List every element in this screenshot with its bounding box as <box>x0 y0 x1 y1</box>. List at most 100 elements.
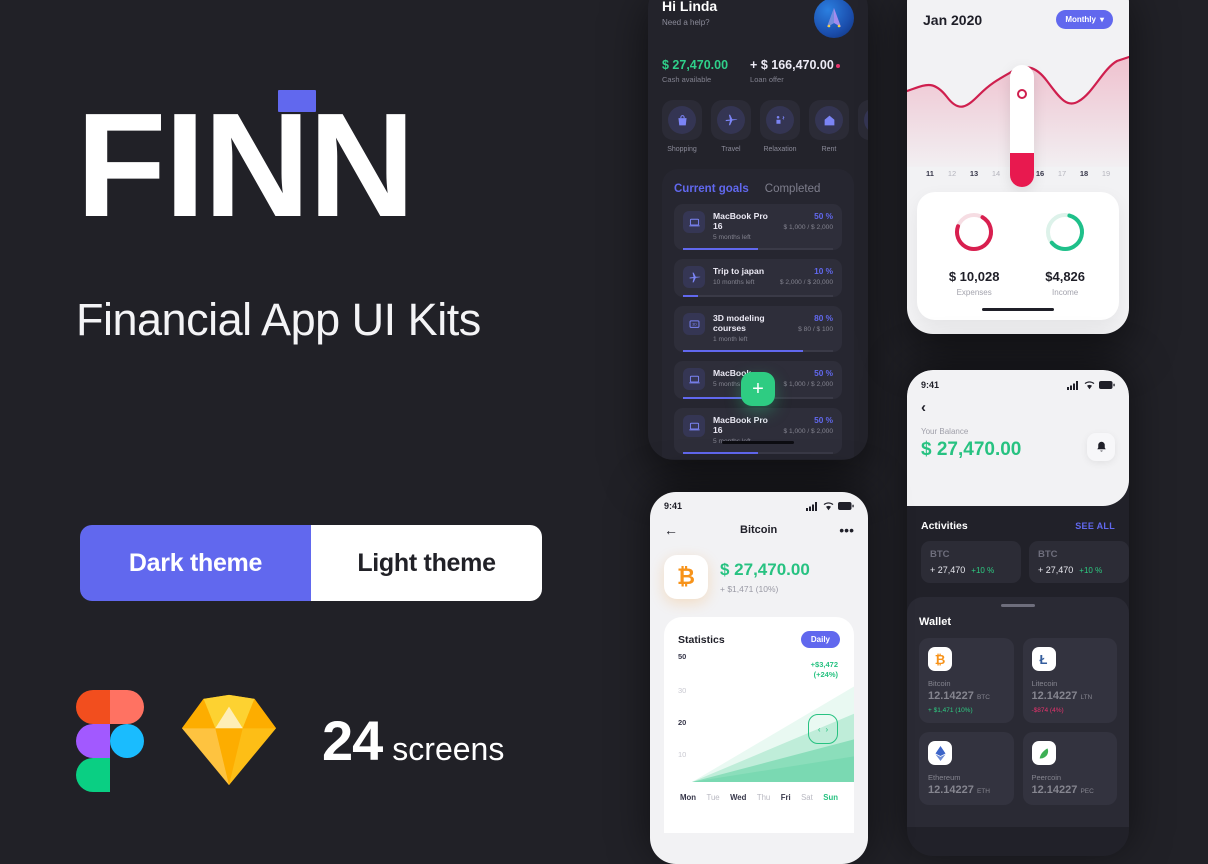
price-hero: ₿ $ 27,470.00 + $1,471 (10%) <box>664 555 854 599</box>
day-cursor[interactable] <box>1010 65 1034 187</box>
activity-card[interactable]: BTC + 27,470 +10 % <box>921 541 1021 583</box>
sheet-grabber[interactable] <box>1001 604 1035 607</box>
goal-amount: $ 1,000 / $ 2,000 <box>783 428 834 435</box>
day-tick[interactable]: 13 <box>965 169 983 178</box>
category-travel[interactable]: Travel <box>711 100 751 153</box>
day-tick[interactable]: 14 <box>987 169 1005 178</box>
activity-amount: + 27,470 <box>1038 565 1074 575</box>
coin-ticker: BTC <box>976 694 990 701</box>
activities-list[interactable]: BTC + 27,470 +10 % BTC + 27,470 +10 % BT… <box>921 541 1129 583</box>
goal-progress-bar <box>683 248 833 250</box>
day-tick[interactable]: 17 <box>1053 169 1071 178</box>
back-arrow-icon[interactable]: ← <box>664 523 678 537</box>
summary-card: $ 10,028 Expenses $4,826 Income <box>917 192 1119 320</box>
coin-change: -$874 (4%) <box>1031 707 1064 714</box>
add-goal-button[interactable]: + <box>741 372 775 406</box>
logo-accent-dot <box>278 90 316 112</box>
category-row[interactable]: Shopping Travel Relaxation Rent <box>662 100 868 153</box>
x-tick: Fri <box>780 793 791 802</box>
coin-name: Bitcoin <box>928 679 951 688</box>
coin-ticker: LTN <box>1080 694 1093 701</box>
chevron-down-icon: ▾ <box>1099 15 1104 24</box>
category-relaxation[interactable]: Relaxation <box>760 100 800 153</box>
statistics-title: Statistics <box>678 633 725 646</box>
activity-card[interactable]: BTC + 27,470 +10 % <box>1029 541 1129 583</box>
notifications-button[interactable] <box>1087 433 1115 461</box>
tab-current-goals[interactable]: Current goals <box>674 183 749 195</box>
coin-grid[interactable]: ₿ Bitcoin 12.14227 BTC + $1,471 (10%) Ł … <box>919 638 1117 805</box>
expenses-label: Expenses <box>956 288 992 297</box>
goal-progress-bar <box>683 452 833 454</box>
gain-percent: (+24%) <box>813 670 838 680</box>
period-selector[interactable]: Monthly ▾ <box>1056 10 1113 29</box>
goal-percent: 80 % <box>814 313 833 323</box>
chart-stepper[interactable]: ‹ › <box>808 714 838 744</box>
chevron-left-icon[interactable]: ‹ <box>818 725 821 734</box>
category-label: Rent <box>821 146 837 153</box>
goal-amount: $ 1,000 / $ 2,000 <box>783 224 834 231</box>
back-button[interactable]: ‹ <box>921 400 1115 415</box>
day-tick[interactable]: 11 <box>921 169 939 178</box>
greeting-title: Hi Linda <box>662 0 718 14</box>
statistics-sheet: Statistics Daily 50 30 20 10 +$3,472 (+2… <box>664 617 854 833</box>
theme-toggle[interactable]: Dark theme Light theme <box>80 525 542 601</box>
goal-amount: $ 80 / $ 100 <box>798 326 833 333</box>
balance-row: $ 27,470.00 Cash available + $ 166,470.0… <box>662 58 854 84</box>
day-tick[interactable]: 19 <box>1097 169 1115 178</box>
activities-title: Activities <box>921 520 968 532</box>
goal-item[interactable]: MacBook Pro 16 5 months left 50 % $ 1,00… <box>674 408 842 454</box>
goal-subtitle: 1 month left <box>713 336 748 343</box>
screens-count: 24 <box>322 708 383 772</box>
goal-item[interactable]: MacBook Pro 16 5 months left 50 % $ 1,00… <box>674 204 842 250</box>
goals-tabs[interactable]: Current goals Completed <box>674 183 842 195</box>
goal-item[interactable]: Trip to japan 10 months left 10 % $ 2,00… <box>674 259 842 297</box>
day-tick[interactable]: 12 <box>943 169 961 178</box>
x-tick: Tue <box>706 793 720 802</box>
ethereum-icon <box>928 741 952 765</box>
activity-change: +10 % <box>971 566 995 575</box>
range-selector[interactable]: Daily <box>800 631 840 648</box>
goals-header: Hi Linda Need a help? <box>662 0 854 38</box>
wifi-icon <box>1084 380 1095 389</box>
coin-card-bitcoin[interactable]: ₿ Bitcoin 12.14227 BTC + $1,471 (10%) <box>919 638 1014 723</box>
day-tick[interactable]: 18 <box>1075 169 1093 178</box>
phone-mockup-wallet: 9:41 ‹ Your Balance $ 27,470.00 Activiti… <box>907 370 1129 856</box>
activity-change: +10 % <box>1079 566 1103 575</box>
screens-label: screens <box>392 730 505 767</box>
coin-card-litecoin[interactable]: Ł Litecoin 12.14227 LTN -$874 (4%) <box>1022 638 1117 723</box>
chevron-right-icon[interactable]: › <box>826 725 829 734</box>
more-options-icon[interactable]: ••• <box>839 523 854 537</box>
theme-option-dark[interactable]: Dark theme <box>80 525 311 601</box>
bitcoin-icon: ₿ <box>928 647 952 671</box>
goal-progress-bar <box>683 350 833 352</box>
coin-amount: 12.14227 <box>928 690 974 702</box>
balance-header: 9:41 ‹ Your Balance $ 27,470.00 <box>907 370 1129 506</box>
tab-completed[interactable]: Completed <box>765 183 821 195</box>
cellular-icon <box>806 501 817 511</box>
x-tick-highlight: Sun <box>823 793 838 802</box>
goal-progress-bar <box>683 295 833 297</box>
theme-option-light[interactable]: Light theme <box>311 525 542 601</box>
expenses-value: $ 10,028 <box>948 269 1000 284</box>
cash-available-value: $ 27,470.00 <box>662 58 729 72</box>
greeting-subtitle: Need a help? <box>662 18 710 27</box>
loan-offer-dot <box>835 63 840 68</box>
category-shopping[interactable]: Shopping <box>662 100 702 153</box>
phone-mockup-chart: Jan 2020 Monthly ▾ 11 12 13 14 15 16 17 … <box>907 0 1129 334</box>
avatar[interactable] <box>814 0 854 38</box>
goal-title: Trip to japan <box>713 266 765 276</box>
coin-card-ethereum[interactable]: Ethereum 12.14227 ETH <box>919 732 1014 805</box>
spa-icon <box>775 115 784 124</box>
cash-available-block: $ 27,470.00 Cash available <box>662 58 728 84</box>
airplane-icon <box>683 266 705 288</box>
cellular-icon <box>1067 380 1078 390</box>
coin-amount: 12.14227 <box>1031 690 1078 702</box>
goal-item[interactable]: 3D 3D modeling courses 1 month left 80 %… <box>674 306 842 352</box>
category-rent[interactable]: Rent <box>809 100 849 153</box>
rocket-icon <box>827 8 841 28</box>
coin-card-peercoin[interactable]: Peercoin 12.14227 PEC <box>1022 732 1117 805</box>
wallet-title: Wallet <box>919 616 951 628</box>
category-more[interactable]: S <box>858 100 868 153</box>
see-all-link[interactable]: SEE ALL <box>1075 521 1115 531</box>
peercoin-icon <box>1031 741 1056 765</box>
